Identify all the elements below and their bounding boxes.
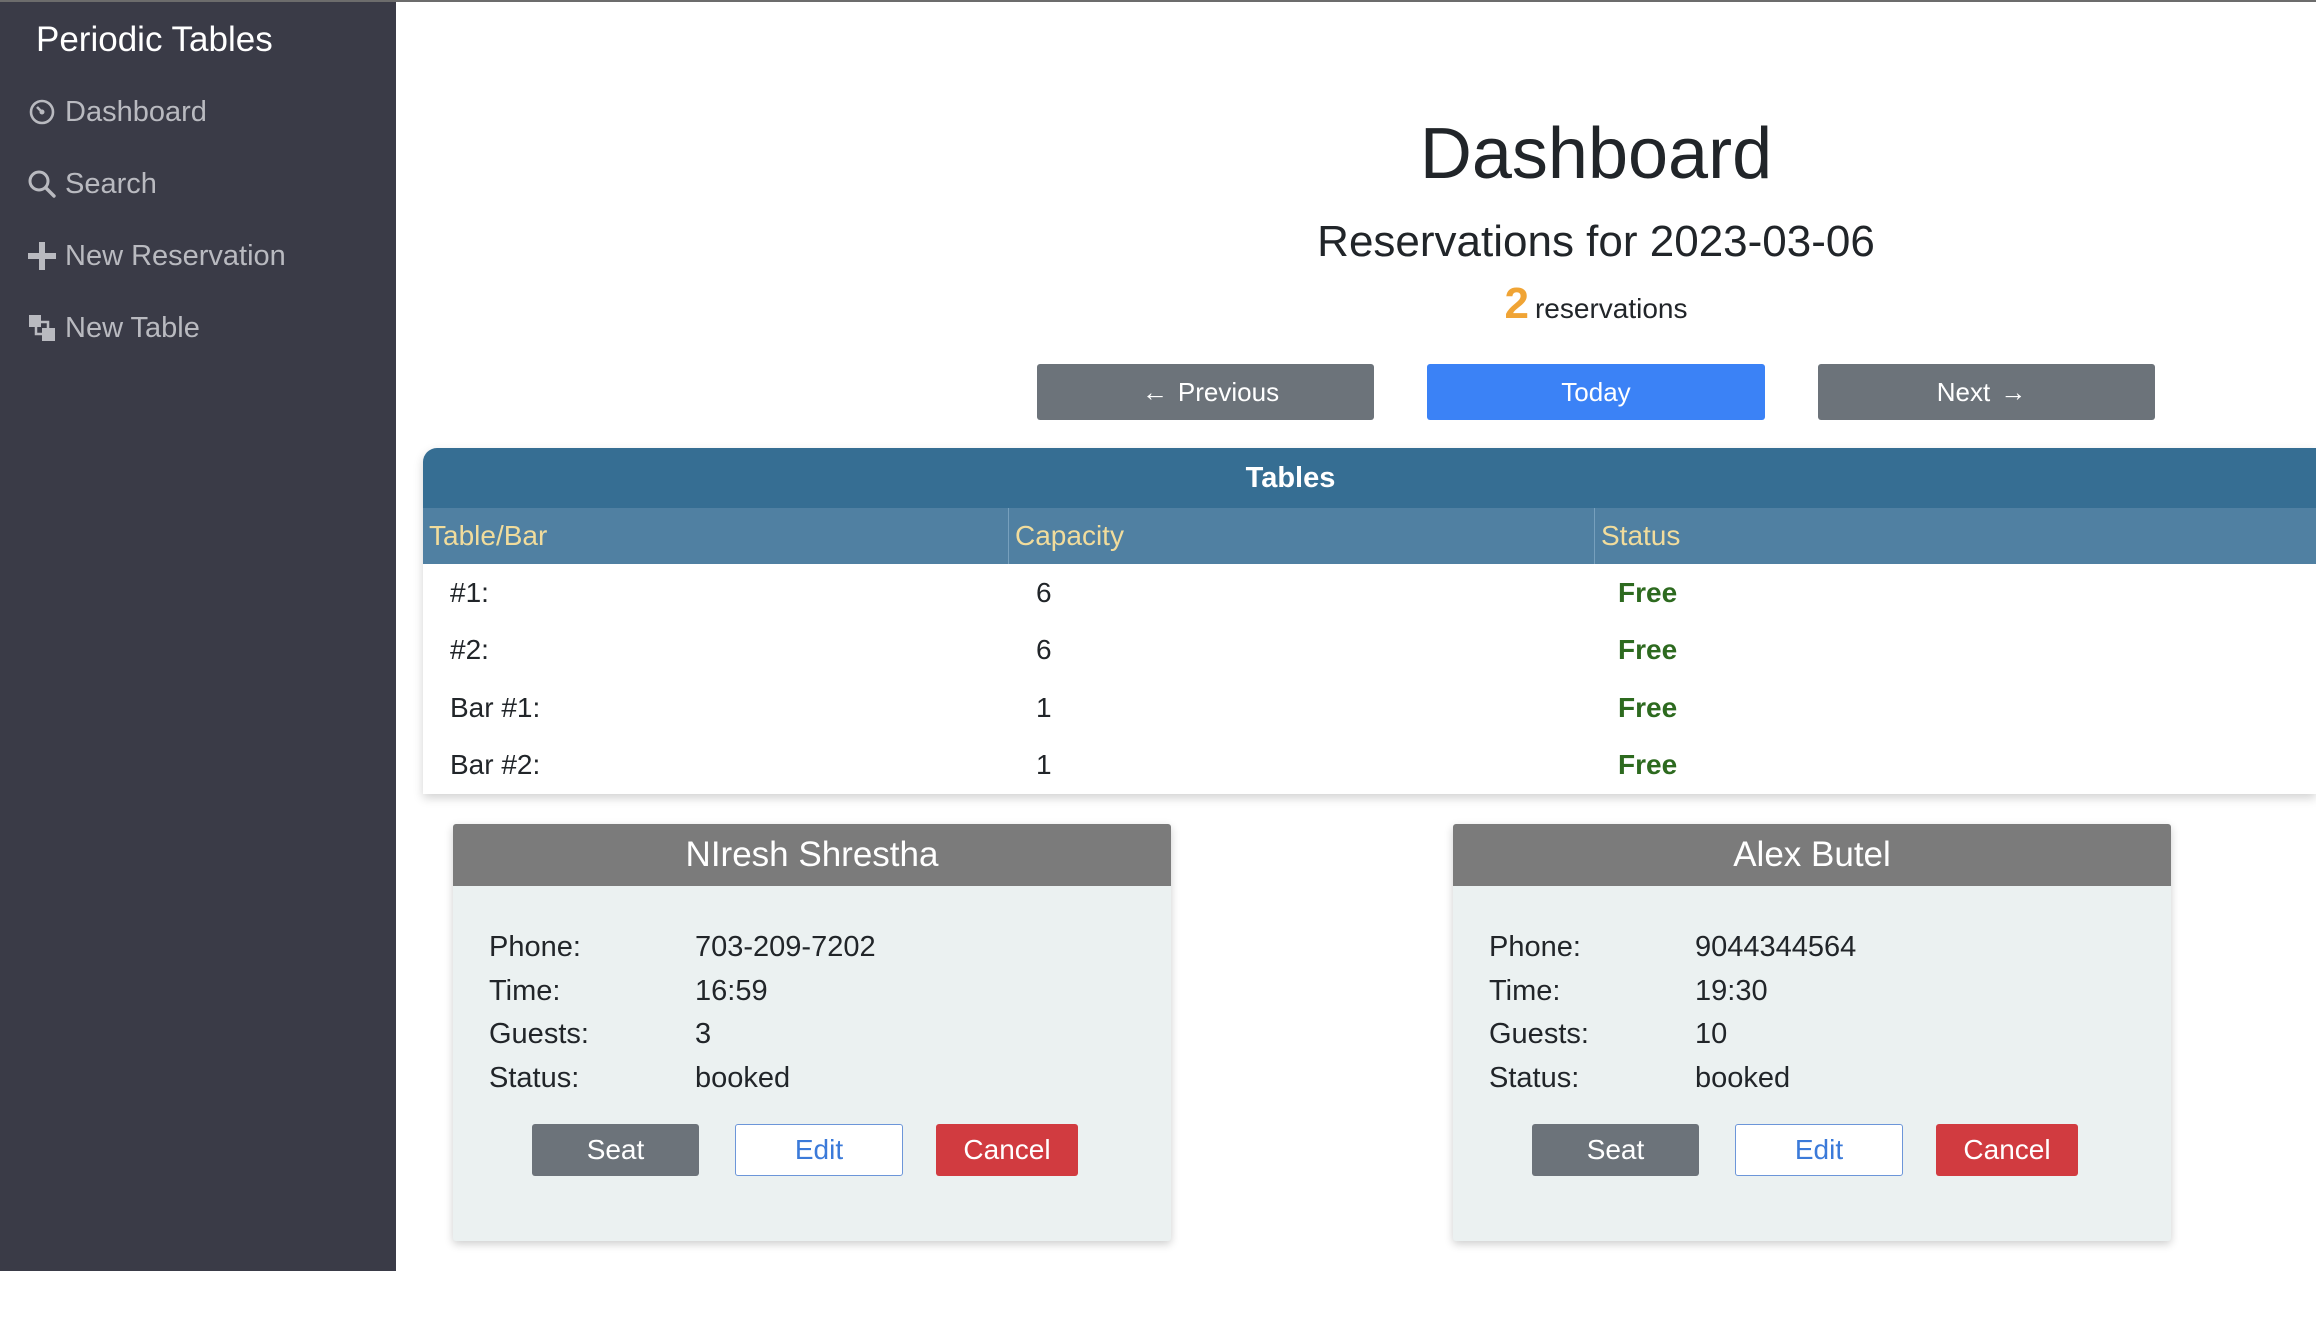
table-name: Bar #1: (450, 691, 541, 723)
table-name: Bar #2: (450, 749, 541, 781)
column-header-table-bar: Table/Bar (423, 508, 1009, 564)
previous-button[interactable]: ← Previous (1037, 364, 1374, 420)
reservation-phone-row: Phone: 9044344564 (1489, 926, 1856, 970)
next-label: Next (1936, 376, 1991, 407)
phone-label: Phone: (1489, 931, 1581, 964)
reservation-details: Phone: 703-209-7202 Time: 16:59 Guests: … (489, 926, 876, 1100)
table-capacity: 1 (1036, 691, 1052, 723)
sidebar-item-new-table[interactable]: New Table (27, 304, 200, 352)
search-icon (27, 169, 57, 199)
table-row: Bar #2: 1 Free (423, 737, 2316, 795)
time-value: 19:30 (1695, 974, 1768, 1007)
table-name: #2: (450, 634, 489, 666)
reservation-actions: Seat Edit Cancel (453, 1124, 1171, 1176)
table-status: Free (1618, 691, 1678, 723)
time-label: Time: (489, 974, 561, 1007)
reservation-name: Alex Butel (1453, 824, 2171, 886)
tables-panel: Tables Table/Bar Capacity Status #1: 6 F… (423, 448, 2316, 794)
today-button[interactable]: Today (1427, 364, 1765, 420)
status-label: Status: (1489, 1061, 1580, 1094)
guests-label: Guests: (489, 1018, 589, 1051)
edit-button[interactable]: Edit (735, 1124, 903, 1176)
reservation-guests-row: Guests: 3 (489, 1013, 876, 1057)
guests-value: 3 (695, 1018, 712, 1051)
seat-button[interactable]: Seat (1532, 1124, 1699, 1176)
sidebar-item-label: Dashboard (65, 95, 207, 128)
page-title: Dashboard (1419, 114, 1773, 194)
reservation-name: NIresh Shrestha (453, 824, 1171, 886)
reservation-count-number: 2 (1504, 279, 1529, 328)
seat-button[interactable]: Seat (532, 1124, 699, 1176)
reservations-date-heading: Reservations for 2023-03-06 (1317, 217, 1875, 266)
reservation-count: 2 reservations (1296, 282, 1896, 326)
reservation-guests-row: Guests: 10 (1489, 1013, 1856, 1057)
sidebar-item-label: New Table (65, 311, 200, 344)
cancel-button[interactable]: Cancel (1936, 1124, 2078, 1176)
layers-icon (27, 313, 57, 343)
table-row: #2: 6 Free (423, 622, 2316, 680)
reservation-actions: Seat Edit Cancel (1453, 1124, 2171, 1176)
table-row: Bar #1: 1 Free (423, 679, 2316, 737)
tables-column-headers: Table/Bar Capacity Status (423, 508, 2316, 564)
phone-value: 703-209-7202 (695, 931, 876, 964)
phone-label: Phone: (489, 931, 581, 964)
reservation-card: Alex Butel Phone: 9044344564 Time: 19:30… (1453, 824, 2171, 1241)
time-label: Time: (1489, 974, 1561, 1007)
status-value: booked (695, 1061, 791, 1094)
time-value: 16:59 (695, 974, 768, 1007)
reservation-time-row: Time: 16:59 (489, 970, 876, 1014)
table-status: Free (1618, 749, 1678, 781)
table-row: #1: 6 Free (423, 564, 2316, 622)
arrow-left-icon: ← (1141, 376, 1168, 407)
reservation-card: NIresh Shrestha Phone: 703-209-7202 Time… (453, 824, 1171, 1241)
table-capacity: 1 (1036, 749, 1052, 781)
table-status: Free (1618, 634, 1678, 666)
sidebar-item-dashboard[interactable]: Dashboard (27, 88, 207, 136)
plus-icon (27, 241, 57, 271)
table-capacity: 6 (1036, 576, 1052, 608)
edit-button[interactable]: Edit (1735, 1124, 1903, 1176)
reservation-time-row: Time: 19:30 (1489, 970, 1856, 1014)
status-label: Status: (489, 1061, 580, 1094)
next-button[interactable]: Next → (1818, 364, 2155, 420)
guests-label: Guests: (1489, 1018, 1589, 1051)
status-value: booked (1695, 1061, 1791, 1094)
guests-value: 10 (1695, 1018, 1728, 1051)
arrow-right-icon: → (2000, 376, 2027, 407)
sidebar-item-search[interactable]: Search (27, 160, 157, 208)
sidebar-item-label: New Reservation (65, 239, 286, 272)
reservation-status-row: Status: booked (1489, 1057, 1856, 1101)
column-header-capacity: Capacity (1009, 508, 1595, 564)
reservation-status-row: Status: booked (489, 1057, 876, 1101)
table-status: Free (1618, 576, 1678, 608)
reservation-details: Phone: 9044344564 Time: 19:30 Guests: 10… (1489, 926, 1856, 1100)
previous-label: Previous (1177, 376, 1280, 407)
reservation-phone-row: Phone: 703-209-7202 (489, 926, 876, 970)
tables-heading: Tables (423, 448, 2316, 508)
cancel-button[interactable]: Cancel (936, 1124, 1078, 1176)
brand-title[interactable]: Periodic Tables (36, 20, 273, 60)
column-header-status: Status (1601, 520, 1681, 551)
table-capacity: 6 (1036, 634, 1052, 666)
table-name: #1: (450, 576, 489, 608)
sidebar: Periodic Tables Dashboard Search New Res… (0, 2, 396, 1271)
dashboard-icon (27, 97, 57, 127)
reservation-count-label: reservations (1534, 293, 1688, 324)
sidebar-item-label: Search (65, 167, 157, 200)
today-label: Today (1561, 376, 1631, 407)
phone-value: 9044344564 (1695, 931, 1857, 964)
sidebar-item-new-reservation[interactable]: New Reservation (27, 232, 286, 280)
